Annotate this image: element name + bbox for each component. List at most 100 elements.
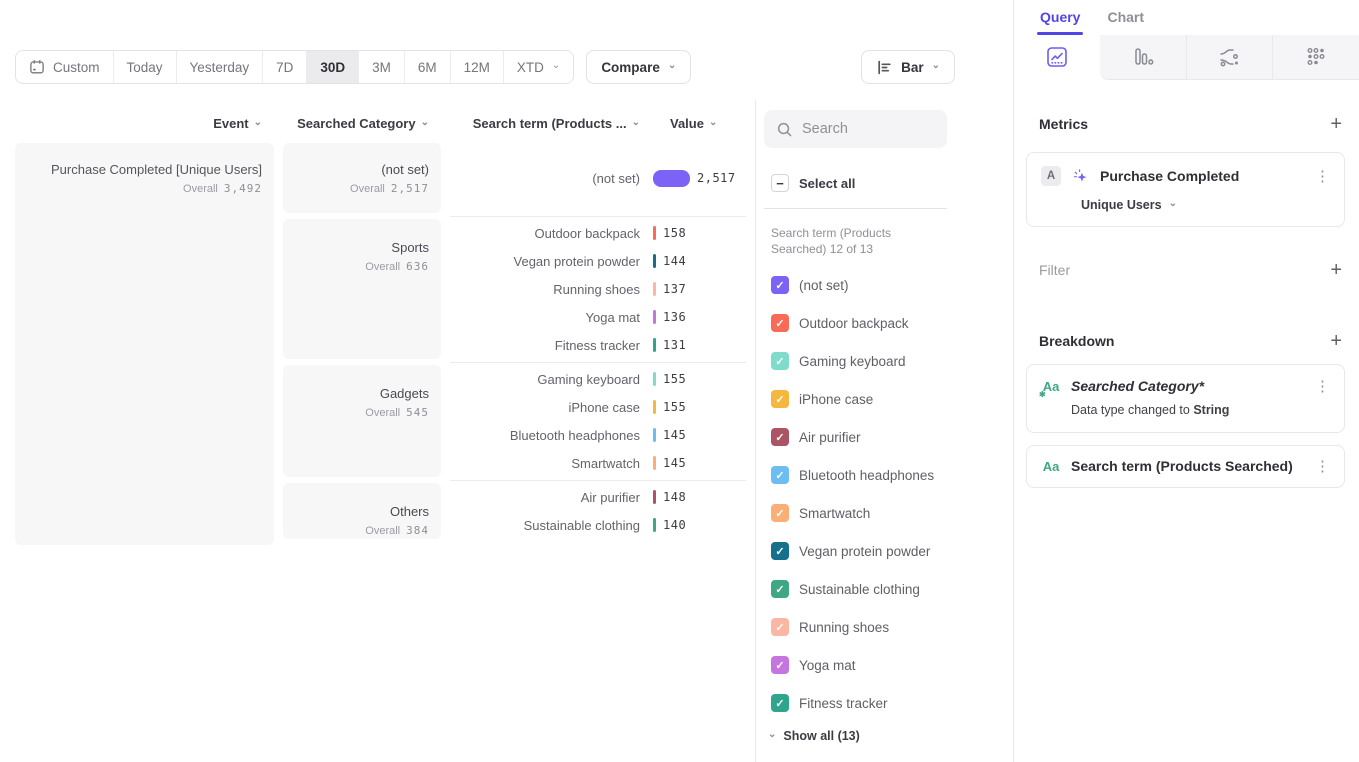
chevron-down-icon: ⌄ [1169, 199, 1177, 209]
show-all-button[interactable]: ⌄ Show all (13) [768, 729, 1013, 743]
legend-item[interactable]: ✓Bluetooth headphones [771, 466, 1013, 484]
date-range-today[interactable]: Today [114, 51, 177, 83]
column-header-value[interactable]: Value⌄ [670, 116, 717, 131]
table-row[interactable]: Yoga mat136 [447, 303, 746, 331]
date-range-xtd[interactable]: XTD⌄ [504, 51, 573, 83]
kebab-menu-icon[interactable]: ⋮ [1311, 379, 1334, 394]
date-range-3m[interactable]: 3M [359, 51, 405, 83]
checkbox-checked[interactable]: ✓ [771, 618, 789, 636]
tab-retention[interactable] [1272, 35, 1359, 80]
table-row[interactable]: Sustainable clothing140 [447, 511, 746, 539]
category-group: OthersOverall384Air purifier148Sustainab… [283, 483, 746, 539]
legend-item[interactable]: ✓Fitness tracker [771, 694, 1013, 712]
checkbox-checked[interactable]: ✓ [771, 428, 789, 446]
checkbox-checked[interactable]: ✓ [771, 314, 789, 332]
tab-query[interactable]: Query [1040, 9, 1080, 35]
legend-item[interactable]: ✓Running shoes [771, 618, 1013, 636]
breakdown-title: Breakdown [1039, 333, 1114, 349]
event-name: Purchase Completed [Unique Users] [15, 161, 262, 178]
table-row[interactable]: iPhone case155 [447, 393, 746, 421]
table-row[interactable]: Smartwatch145 [447, 449, 746, 477]
date-range-12m[interactable]: 12M [451, 51, 504, 83]
kebab-menu-icon[interactable]: ⋮ [1311, 459, 1334, 474]
date-range-yesterday[interactable]: Yesterday [177, 51, 264, 83]
legend-item[interactable]: ✓Gaming keyboard [771, 352, 1013, 370]
select-all-row[interactable]: − Select all [771, 174, 1013, 192]
select-all-checkbox[interactable]: − [771, 174, 789, 192]
table-row[interactable]: Air purifier148 [447, 483, 746, 511]
legend-item[interactable]: ✓Smartwatch [771, 504, 1013, 522]
tab-chart[interactable]: Chart [1107, 9, 1144, 35]
table-row[interactable]: (not set)2,517 [447, 164, 746, 192]
table-row[interactable]: Running shoes137 [447, 275, 746, 303]
value-bar [653, 456, 656, 470]
category-cell[interactable]: SportsOverall636 [283, 219, 441, 359]
column-header-event[interactable]: Event⌄ [15, 116, 274, 131]
checkbox-checked[interactable]: ✓ [771, 580, 789, 598]
breakdown-card-search-term[interactable]: Aa Search term (Products Searched) ⋮ [1026, 445, 1345, 488]
data-type-note: Data type changed to String [1071, 403, 1334, 417]
column-header-search-term[interactable]: Search term (Products ...⌄ [447, 116, 640, 131]
legend-item[interactable]: ✓Outdoor backpack [771, 314, 1013, 332]
search-input[interactable] [802, 121, 935, 137]
kebab-menu-icon[interactable]: ⋮ [1311, 169, 1334, 184]
legend-item[interactable]: ✓Sustainable clothing [771, 580, 1013, 598]
breakdown-card-searched-category[interactable]: Aa✱ Searched Category* ⋮ Data type chang… [1026, 364, 1345, 433]
tab-insights[interactable] [1014, 35, 1100, 80]
funnels-icon [1132, 46, 1154, 68]
chevron-down-icon: ⌄ [709, 118, 717, 128]
date-range-7d[interactable]: 7D [263, 51, 307, 83]
checkbox-checked[interactable]: ✓ [771, 694, 789, 712]
tab-funnels[interactable] [1100, 35, 1186, 80]
checkbox-checked[interactable]: ✓ [771, 390, 789, 408]
legend-item[interactable]: ✓iPhone case [771, 390, 1013, 408]
table-row[interactable]: Gaming keyboard155 [447, 365, 746, 393]
category-cell[interactable]: OthersOverall384 [283, 483, 441, 539]
checkbox-checked[interactable]: ✓ [771, 504, 789, 522]
date-range-6m[interactable]: 6M [405, 51, 451, 83]
date-range-group: CustomTodayYesterday7D30D3M6M12MXTD⌄ [15, 50, 574, 84]
table-row[interactable]: Outdoor backpack158 [447, 219, 746, 247]
chevron-down-icon: ⌄ [768, 730, 776, 740]
value-bar [653, 310, 656, 324]
checkbox-checked[interactable]: ✓ [771, 656, 789, 674]
event-cell[interactable]: Purchase Completed [Unique Users] Overal… [15, 143, 274, 545]
chart-type-button[interactable]: Bar ⌄ [861, 50, 955, 84]
value-bar [653, 254, 656, 268]
select-all-label: Select all [799, 176, 855, 191]
value-bar [653, 428, 656, 442]
date-range-custom[interactable]: Custom [16, 51, 114, 83]
query-panel: Query Chart [1013, 0, 1359, 762]
compare-button[interactable]: Compare ⌄ [586, 50, 691, 84]
checkbox-checked[interactable]: ✓ [771, 276, 789, 294]
search-icon [776, 121, 793, 138]
checkbox-checked[interactable]: ✓ [771, 542, 789, 560]
show-all-label: Show all (13) [783, 729, 859, 743]
metric-card[interactable]: A Purchase Completed ⋮ Unique Users ⌄ [1026, 152, 1345, 227]
string-type-icon: Aa✱ [1041, 379, 1061, 394]
date-range-30d[interactable]: 30D [307, 51, 359, 83]
legend-item[interactable]: ✓(not set) [771, 276, 1013, 294]
legend-item[interactable]: ✓Yoga mat [771, 656, 1013, 674]
legend-item[interactable]: ✓Vegan protein powder [771, 542, 1013, 560]
legend-search[interactable] [764, 110, 947, 148]
tab-flows[interactable] [1186, 35, 1273, 80]
add-breakdown-button[interactable]: + [1330, 332, 1342, 350]
category-group: GadgetsOverall545Gaming keyboard155iPhon… [283, 365, 746, 477]
add-filter-button[interactable]: + [1330, 261, 1342, 279]
chevron-down-icon: ⌄ [932, 61, 940, 71]
compare-label: Compare [601, 60, 660, 75]
checkbox-checked[interactable]: ✓ [771, 352, 789, 370]
table-row[interactable]: Fitness tracker131 [447, 331, 746, 359]
column-header-category[interactable]: Searched Category⌄ [283, 116, 441, 131]
aggregation-dropdown[interactable]: Unique Users ⌄ [1081, 198, 1334, 212]
category-cell[interactable]: (not set)Overall2,517 [283, 143, 441, 213]
checkbox-checked[interactable]: ✓ [771, 466, 789, 484]
add-metric-button[interactable]: + [1330, 115, 1342, 133]
legend-items: ✓(not set) ✓Outdoor backpack ✓Gaming keybo… [771, 276, 1013, 712]
legend-item[interactable]: ✓Air purifier [771, 428, 1013, 446]
value-bar [653, 372, 656, 386]
table-row[interactable]: Bluetooth headphones145 [447, 421, 746, 449]
category-cell[interactable]: GadgetsOverall545 [283, 365, 441, 477]
table-row[interactable]: Vegan protein powder144 [447, 247, 746, 275]
